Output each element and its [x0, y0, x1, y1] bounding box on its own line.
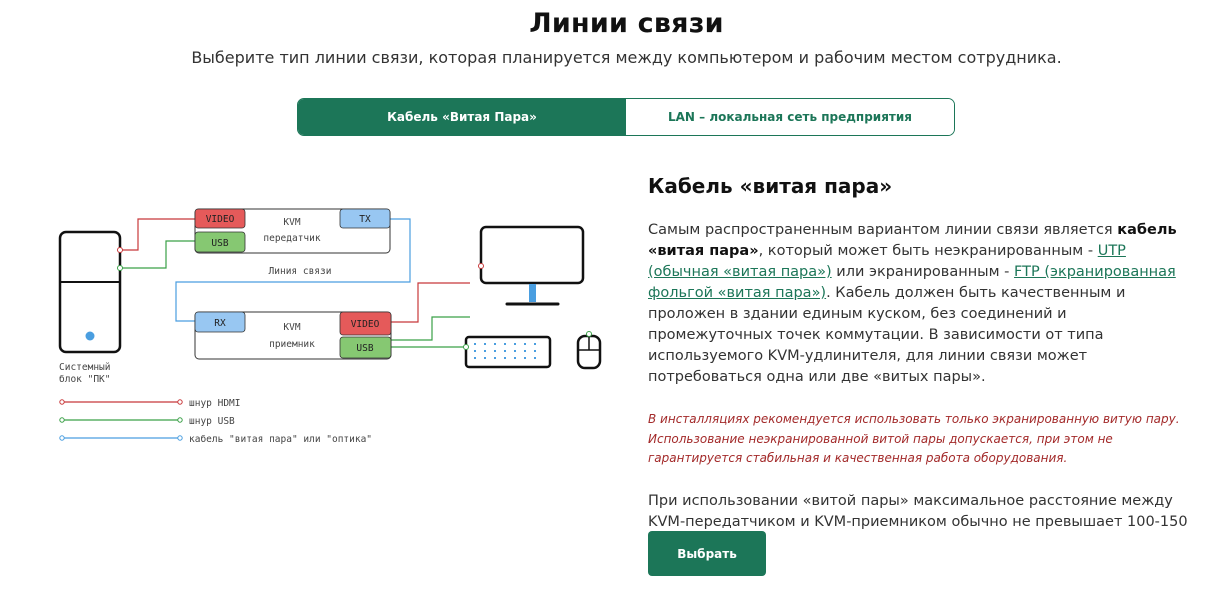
rx-video-port: VIDEO	[351, 319, 380, 330]
content-section: Кабель «витая пара» Самым распространенн…	[648, 174, 1188, 554]
description-text-c: , который может быть неэкранированным -	[758, 243, 1098, 259]
tx-port: TX	[359, 214, 371, 225]
line-label: Линия связи	[269, 266, 332, 277]
tx-title-line1: KVM	[283, 217, 300, 228]
content-title: Кабель «витая пара»	[648, 174, 893, 198]
connection-diagram: Системный блок "ПК" VIDEO USB KVM переда…	[58, 208, 470, 445]
rx-title-line1: KVM	[283, 322, 300, 333]
description-text-a: Самым распространенным вариантом линии с…	[648, 222, 1118, 238]
power-icon	[85, 331, 95, 341]
tx-video-port: VIDEO	[206, 214, 235, 225]
tx-usb-port: USB	[211, 238, 228, 249]
warning-note: В инсталляциях рекомендуется использоват…	[648, 412, 1180, 465]
legend	[59, 399, 183, 441]
legend-usb: шнур USB	[189, 416, 235, 427]
hdmi-wire-pc	[120, 218, 195, 251]
rx-port: RX	[214, 318, 226, 329]
pc-system-block	[58, 230, 123, 354]
monitor-icon	[479, 225, 585, 306]
page-subtitle: Выберите тип линии связи, которая планир…	[191, 48, 1062, 67]
workstation-diagram	[463, 225, 602, 370]
rx-usb-port: USB	[356, 343, 373, 354]
pc-label-line2: блок "ПК"	[59, 374, 110, 385]
tx-title-line2: передатчик	[263, 233, 320, 244]
description-paragraph: Самым распространенным вариантом линии с…	[648, 220, 1188, 388]
rx-title-line2: приемник	[269, 339, 315, 350]
legend-line: кабель "витая пара" или "оптика"	[189, 434, 372, 445]
page-title: Линии связи	[529, 8, 724, 39]
pc-label-line1: Системный	[59, 362, 110, 373]
keyboard-icon	[464, 335, 552, 369]
select-button[interactable]: Выбрать	[648, 531, 766, 576]
usb-wire-pc	[120, 240, 195, 269]
tab-bar: Кабель «Витая Пара» LAN – локальная сеть…	[297, 98, 955, 136]
mouse-icon	[576, 334, 602, 370]
tab-twisted-pair[interactable]: Кабель «Витая Пара»	[298, 99, 626, 135]
description-text-d: или экранированным -	[831, 264, 1015, 280]
tab-lan[interactable]: LAN – локальная сеть предприятия	[626, 99, 954, 135]
legend-hdmi: шнур HDMI	[189, 398, 240, 409]
